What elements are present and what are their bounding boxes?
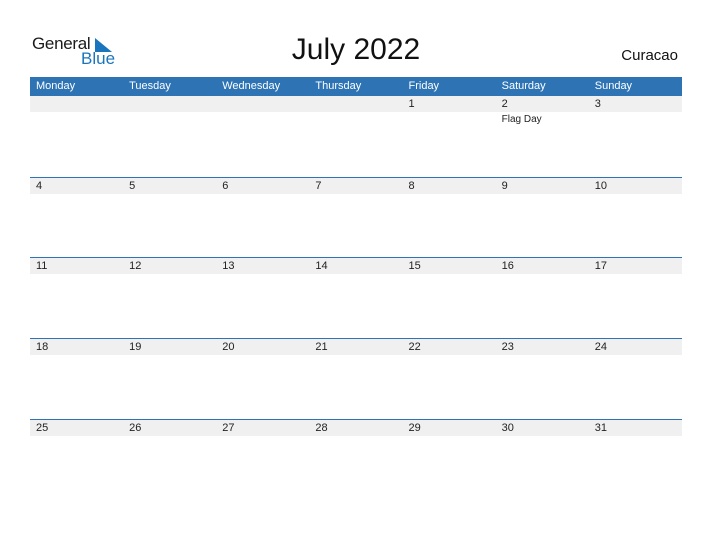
day-number: 25 (36, 422, 49, 434)
day-number-row: 11 12 13 14 15 16 17 (30, 258, 682, 274)
day-event (589, 436, 682, 438)
day-event (123, 112, 216, 125)
day-event (123, 274, 216, 276)
weekday-tuesday: Tuesday (129, 80, 171, 92)
day-number: 3 (594, 98, 601, 110)
day-number: 9 (501, 180, 508, 192)
day-number: 19 (129, 341, 142, 353)
day-number: 10 (594, 180, 607, 192)
event-row (30, 355, 682, 357)
day-number-row: 4 5 6 7 8 9 10 (30, 178, 682, 194)
day-event (309, 194, 402, 196)
day-number: 15 (408, 260, 421, 272)
day-event (403, 436, 496, 438)
event-row (30, 194, 682, 196)
day-number-row: 1 2 3 (30, 96, 682, 112)
day-number (30, 96, 123, 112)
weekday-wednesday: Wednesday (222, 80, 281, 92)
day-event (30, 355, 123, 357)
weekday-monday: Monday (36, 80, 76, 92)
day-event (589, 274, 682, 276)
weekday-saturday: Saturday (501, 80, 546, 92)
day-event (123, 355, 216, 357)
day-event (123, 194, 216, 196)
day-number (123, 96, 216, 112)
day-event (309, 112, 402, 125)
event-row (30, 436, 682, 438)
event-row (30, 274, 682, 276)
day-number: 20 (222, 341, 235, 353)
day-event (309, 436, 402, 438)
week-row: 11 12 13 14 15 16 17 (30, 257, 682, 276)
day-event (309, 355, 402, 357)
day-number: 28 (315, 422, 328, 434)
day-number: 12 (129, 260, 142, 272)
weekday-header: Monday Tuesday Wednesday Thursday Friday… (30, 77, 682, 96)
weekday-friday: Friday (408, 80, 440, 92)
day-number-row: 18 19 20 21 22 23 24 (30, 339, 682, 355)
day-number: 7 (315, 180, 322, 192)
day-number: 31 (594, 422, 607, 434)
day-event (496, 274, 589, 276)
day-number: 23 (501, 341, 514, 353)
day-number: 16 (501, 260, 514, 272)
day-event (403, 355, 496, 357)
day-event (216, 194, 309, 196)
day-event (216, 436, 309, 438)
day-number: 26 (129, 422, 142, 434)
day-event: Flag Day (501, 114, 542, 125)
weekday-sunday: Sunday (594, 80, 633, 92)
day-number: 21 (315, 341, 328, 353)
day-number: 8 (408, 180, 415, 192)
day-event (30, 274, 123, 276)
weekday-thursday: Thursday (315, 80, 362, 92)
day-number: 14 (315, 260, 328, 272)
day-number: 1 (408, 98, 415, 110)
day-number: 13 (222, 260, 235, 272)
day-number (216, 96, 309, 112)
day-number (309, 96, 402, 112)
day-number: 22 (408, 341, 421, 353)
day-event (30, 436, 123, 438)
day-number: 4 (36, 180, 43, 192)
day-event (216, 274, 309, 276)
day-number: 18 (36, 341, 49, 353)
day-event (403, 112, 496, 125)
day-event (216, 112, 309, 125)
day-number: 2 (501, 98, 508, 110)
day-event (589, 112, 682, 125)
day-event (496, 436, 589, 438)
day-number: 27 (222, 422, 235, 434)
day-number: 11 (36, 260, 48, 272)
day-event (216, 355, 309, 357)
day-number: 5 (129, 180, 136, 192)
day-event (403, 194, 496, 196)
day-number: 6 (222, 180, 229, 192)
week-row: 25 26 27 28 29 30 31 (30, 419, 682, 438)
day-number: 29 (408, 422, 421, 434)
day-event (30, 112, 123, 125)
day-event (403, 274, 496, 276)
day-number: 17 (594, 260, 607, 272)
day-event (30, 194, 123, 196)
country-label: Curacao (621, 47, 678, 64)
day-event (589, 355, 682, 357)
calendar-title: July 2022 (291, 33, 421, 66)
day-event (496, 355, 589, 357)
day-number-row: 25 26 27 28 29 30 31 (30, 420, 682, 436)
day-number: 30 (501, 422, 514, 434)
day-event (123, 436, 216, 438)
day-event (309, 274, 402, 276)
week-row: 4 5 6 7 8 9 10 (30, 177, 682, 196)
week-row: 18 19 20 21 22 23 24 (30, 338, 682, 357)
day-event (496, 194, 589, 196)
week-row: 1 2 3 Flag Day (30, 96, 682, 125)
day-number: 24 (594, 341, 607, 353)
day-event (589, 194, 682, 196)
event-row: Flag Day (30, 112, 682, 125)
